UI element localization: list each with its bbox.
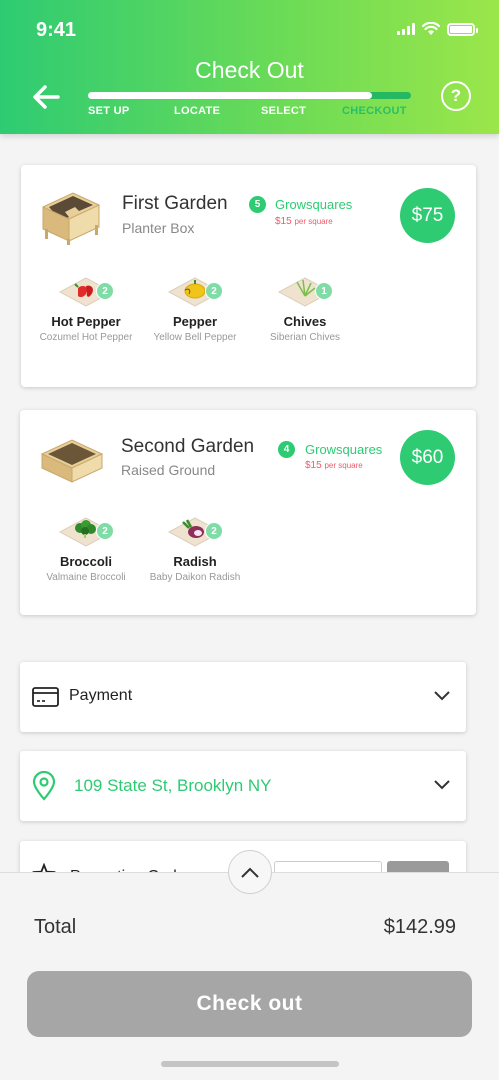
plant-variety: Baby Daikon Radish [149,572,241,583]
credit-card-icon [32,687,59,707]
garden-name: Second Garden [121,436,255,457]
plant-name: Pepper [172,314,218,329]
plant-name: Broccoli [59,554,112,569]
price-per-unit: per square [324,461,363,470]
plant-count-badge: 1 [315,282,333,300]
progress-fill [88,92,373,99]
planter-box-icon [42,192,100,245]
plant-count-badge: 2 [96,282,114,300]
signal-icon [397,23,415,35]
plant-name: Hot Pepper [51,314,121,329]
expand-button[interactable] [228,850,272,894]
step-setup[interactable]: SET UP [88,105,130,117]
plant-item[interactable]: 2 Radish Baby Daikon Radish [140,510,250,583]
price-per-square: $15 per square [275,216,333,227]
garden-name: First Garden [122,193,228,214]
garden-total-price: $75 [400,188,455,243]
price-per-square: $15 per square [305,460,363,471]
plant-item[interactable]: 2 Broccoli Valmaine Broccoli [31,510,141,583]
raised-ground-icon [40,439,104,483]
address-label: 109 State St, Brooklyn NY [74,776,272,795]
plant-count-badge: 2 [205,282,223,300]
status-time: 9:41 [36,19,77,41]
location-pin-icon [32,771,56,801]
growsquares-label: Growsquares [305,442,383,457]
growsquares-count-badge: 4 [278,441,295,458]
chevron-down-icon[interactable] [434,779,450,791]
plant-item[interactable]: 2 Hot Pepper Cozumel Hot Pepper [31,270,141,343]
page-title: Check Out [195,57,304,83]
step-labels: SET UP LOCATE SELECT CHECKOUT [88,105,411,119]
garden-type: Raised Ground [121,462,216,478]
plant-count-badge: 2 [205,522,223,540]
plant-name: Radish [173,554,217,569]
garden-card-first[interactable]: First Garden Planter Box 5 Growsquares $… [21,165,476,387]
price-per-unit: per square [294,217,333,226]
growsquares-count-badge: 5 [249,196,266,213]
chives-icon: 1 [275,270,335,310]
wifi-icon [422,22,440,35]
hot-pepper-icon: 2 [56,270,116,310]
progress-bar [88,92,411,99]
plant-variety: Siberian Chives [269,332,341,343]
status-icons [397,22,478,36]
address-row[interactable]: 109 State St, Brooklyn NY [20,751,466,821]
step-select[interactable]: SELECT [261,105,306,117]
chevron-up-icon [241,867,259,878]
total-label: Total [34,916,77,938]
step-locate[interactable]: LOCATE [174,105,220,117]
checkout-button[interactable]: Check out [27,971,472,1037]
garden-type: Planter Box [122,220,195,236]
plant-item[interactable]: 2 Pepper Yellow Bell Pepper [140,270,250,343]
plant-variety: Valmaine Broccoli [46,572,126,583]
garden-card-second[interactable]: Second Garden Raised Ground 4 Growsquare… [20,410,476,615]
home-indicator [161,1061,339,1067]
plant-variety: Yellow Bell Pepper [153,332,237,343]
plant-count-badge: 2 [96,522,114,540]
broccoli-icon: 2 [56,510,116,550]
header: 9:41 Check Out ? SET UP LOCATE SELECT CH… [0,0,499,134]
battery-icon [447,22,478,36]
payment-label: Payment [69,687,133,704]
plant-name: Chives [283,314,327,329]
step-checkout: CHECKOUT [342,105,407,117]
price-per-value: $15 [305,460,322,471]
garden-total-price: $60 [400,430,455,485]
pepper-icon: 2 [165,270,225,310]
payment-row[interactable]: Payment [20,662,466,732]
chevron-down-icon[interactable] [434,690,450,702]
total-value: $142.99 [383,916,456,938]
help-button[interactable]: ? [441,81,471,111]
plant-variety: Cozumel Hot Pepper [39,332,133,343]
back-arrow-icon[interactable] [30,82,62,112]
plant-item[interactable]: 1 Chives Siberian Chives [250,270,360,343]
radish-icon: 2 [165,510,225,550]
price-per-value: $15 [275,216,292,227]
growsquares-label: Growsquares [275,197,353,212]
